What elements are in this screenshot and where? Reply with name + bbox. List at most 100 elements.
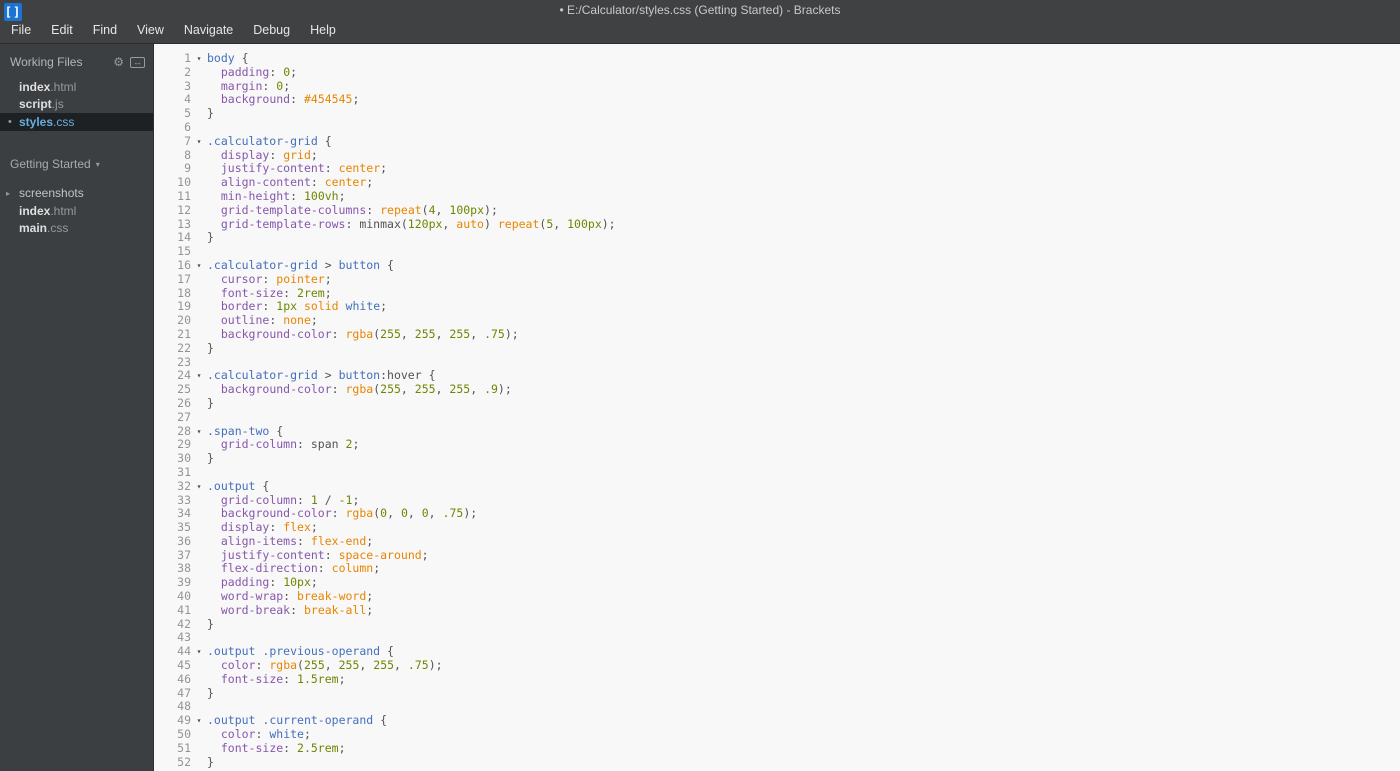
code-line-20[interactable]: 20 outline: none;: [155, 313, 1400, 328]
code-text: body {: [207, 51, 249, 65]
split-view-icon[interactable]: ↔: [130, 56, 145, 68]
code-line-5[interactable]: 5}: [155, 106, 1400, 121]
code-line-38[interactable]: 38 flex-direction: column;: [155, 562, 1400, 576]
tree-file-index-html[interactable]: index.html: [0, 203, 153, 221]
code-line-6[interactable]: 6: [155, 120, 1400, 135]
menu-item-navigate[interactable]: Navigate: [174, 19, 243, 41]
menu-item-edit[interactable]: Edit: [41, 19, 83, 41]
menu-item-debug[interactable]: Debug: [243, 19, 300, 41]
code-line-27[interactable]: 27: [155, 410, 1400, 425]
fold-gutter: [191, 66, 207, 80]
fold-gutter: [191, 673, 207, 687]
code-line-49[interactable]: 49 ▾ .output .current-operand {: [155, 713, 1400, 728]
code-line-40[interactable]: 40 word-wrap: break-word;: [155, 589, 1400, 604]
code-line-28[interactable]: 28 ▾ .span-two {: [155, 424, 1400, 439]
tree-file-main-css[interactable]: main.css: [0, 220, 153, 238]
fold-arrow-icon[interactable]: ▾: [191, 369, 207, 383]
code-line-51[interactable]: 51 font-size: 2.5rem;: [155, 741, 1400, 756]
code-line-45[interactable]: 45 color: rgba(255, 255, 255, .75);: [155, 658, 1400, 673]
code-line-7[interactable]: 7 ▾ .calculator-grid {: [155, 134, 1400, 149]
code-text: grid-column: span 2;: [220, 437, 360, 452]
code-line-46[interactable]: 46 font-size: 1.5rem;: [155, 671, 1400, 687]
code-line-9[interactable]: 9 justify-content: center;: [155, 161, 1400, 176]
fold-arrow-icon[interactable]: ▾: [191, 480, 207, 494]
fold-arrow-icon[interactable]: ▾: [191, 714, 207, 728]
project-dropdown[interactable]: Getting Started ▾: [0, 156, 153, 172]
code-line-8[interactable]: 8 display: grid;: [155, 148, 1400, 163]
code-line-16[interactable]: 16 ▾ .calculator-grid > button {: [155, 257, 1400, 273]
code-line-30[interactable]: 30}: [155, 451, 1400, 466]
code-line-32[interactable]: 32 ▾ .output {: [155, 479, 1400, 494]
code-line-15[interactable]: 15: [155, 244, 1400, 259]
code-line-50[interactable]: 50 color: white;: [155, 727, 1400, 742]
line-number: 39: [177, 575, 191, 590]
code-line-25[interactable]: 25 background-color: rgba(255, 255, 255,…: [155, 382, 1400, 397]
code-line-39[interactable]: 39 padding: 10px;: [155, 575, 1400, 590]
code-line-17[interactable]: 17 cursor: pointer;: [155, 272, 1400, 287]
code-text: }: [207, 451, 214, 466]
tree-folder-screenshots[interactable]: ▸ screenshots: [0, 185, 153, 203]
code-line-3[interactable]: 3 margin: 0;: [155, 79, 1400, 94]
code-line-22[interactable]: 22}: [155, 340, 1400, 356]
gear-icon[interactable]: ⚙: [113, 55, 124, 69]
fold-arrow-icon[interactable]: ▾: [191, 259, 207, 273]
code-line-23[interactable]: 23: [155, 355, 1400, 370]
fold-gutter: [191, 342, 207, 356]
fold-arrow-icon[interactable]: ▾: [191, 645, 207, 659]
fold-gutter: [191, 576, 207, 590]
menu-item-help[interactable]: Help: [300, 19, 346, 41]
code-line-33[interactable]: 33 grid-column: 1 / -1;: [155, 493, 1400, 508]
code-line-35[interactable]: 35 display: flex;: [155, 520, 1400, 535]
fold-gutter: [191, 687, 207, 701]
code-line-42[interactable]: 42}: [155, 617, 1400, 632]
code-line-11[interactable]: 11 min-height: 100vh;: [155, 188, 1400, 204]
code-line-4[interactable]: 4 background: #454545;: [155, 92, 1400, 107]
code-line-52[interactable]: 52}: [155, 754, 1400, 770]
working-file-script-js[interactable]: script.js: [0, 96, 153, 113]
code-line-48[interactable]: 48: [155, 700, 1400, 714]
menu-item-file[interactable]: File: [1, 19, 41, 41]
fold-arrow-icon[interactable]: ▾: [191, 425, 207, 439]
menu-item-view[interactable]: View: [127, 19, 174, 41]
working-file-index-html[interactable]: index.html: [0, 79, 153, 96]
line-number: 52: [177, 754, 191, 769]
code-line-31[interactable]: 31: [155, 465, 1400, 480]
working-file-styles-css[interactable]: • styles.css: [0, 113, 153, 131]
code-line-2[interactable]: 2 padding: 0;: [155, 65, 1400, 80]
code-line-24[interactable]: 24 ▾ .calculator-grid > button:hover {: [155, 368, 1400, 383]
code-line-12[interactable]: 12 grid-template-columns: repeat(4, 100p…: [155, 203, 1400, 218]
line-number: 29: [177, 437, 191, 452]
code-line-26[interactable]: 26}: [155, 396, 1400, 411]
fold-gutter: [191, 618, 207, 632]
code-line-14[interactable]: 14}: [155, 230, 1400, 245]
code-line-43[interactable]: 43: [155, 631, 1400, 645]
fold-arrow-icon[interactable]: ▾: [191, 52, 207, 66]
code-line-21[interactable]: 21 background-color: rgba(255, 255, 255,…: [155, 327, 1400, 342]
code-line-18[interactable]: 18 font-size: 2rem;: [155, 285, 1400, 301]
line-number: 11: [177, 188, 191, 203]
code-line-34[interactable]: 34 background-color: rgba(0, 0, 0, .75);: [155, 506, 1400, 521]
line-number: 18: [177, 285, 191, 300]
code-text: .calculator-grid > button {: [207, 257, 394, 272]
code-text: .output .previous-operand {: [207, 644, 394, 659]
code-line-36[interactable]: 36 align-items: flex-end;: [155, 534, 1400, 549]
code-text: .output .current-operand {: [207, 713, 388, 728]
code-line-1[interactable]: 1 ▾ body {: [155, 51, 1400, 66]
code-line-19[interactable]: 19 border: 1px solid white;: [155, 299, 1400, 314]
code-line-44[interactable]: 44 ▾ .output .previous-operand {: [155, 644, 1400, 659]
fold-arrow-icon[interactable]: ▾: [191, 135, 207, 149]
code-line-47[interactable]: 47}: [155, 686, 1400, 701]
code-text: font-size: 1.5rem;: [220, 671, 346, 686]
menu-item-find[interactable]: Find: [83, 19, 127, 41]
code-line-41[interactable]: 41 word-break: break-all;: [155, 603, 1400, 618]
code-text: }: [207, 340, 214, 355]
file-extension: .html: [50, 80, 77, 94]
code-text: justify-content: space-around;: [220, 547, 429, 562]
code-editor[interactable]: 1 ▾ body {2 padding: 0; 3 margin: 0; 4 backg…: [155, 44, 1400, 771]
code-line-10[interactable]: 10 align-content: center;: [155, 175, 1400, 190]
fold-gutter: [191, 631, 207, 645]
code-line-37[interactable]: 37 justify-content: space-around;: [155, 547, 1400, 563]
code-line-13[interactable]: 13 grid-template-rows: minmax(120px, aut…: [155, 217, 1400, 232]
code-line-29[interactable]: 29 grid-column: span 2;: [155, 437, 1400, 452]
fold-gutter: [191, 756, 207, 770]
